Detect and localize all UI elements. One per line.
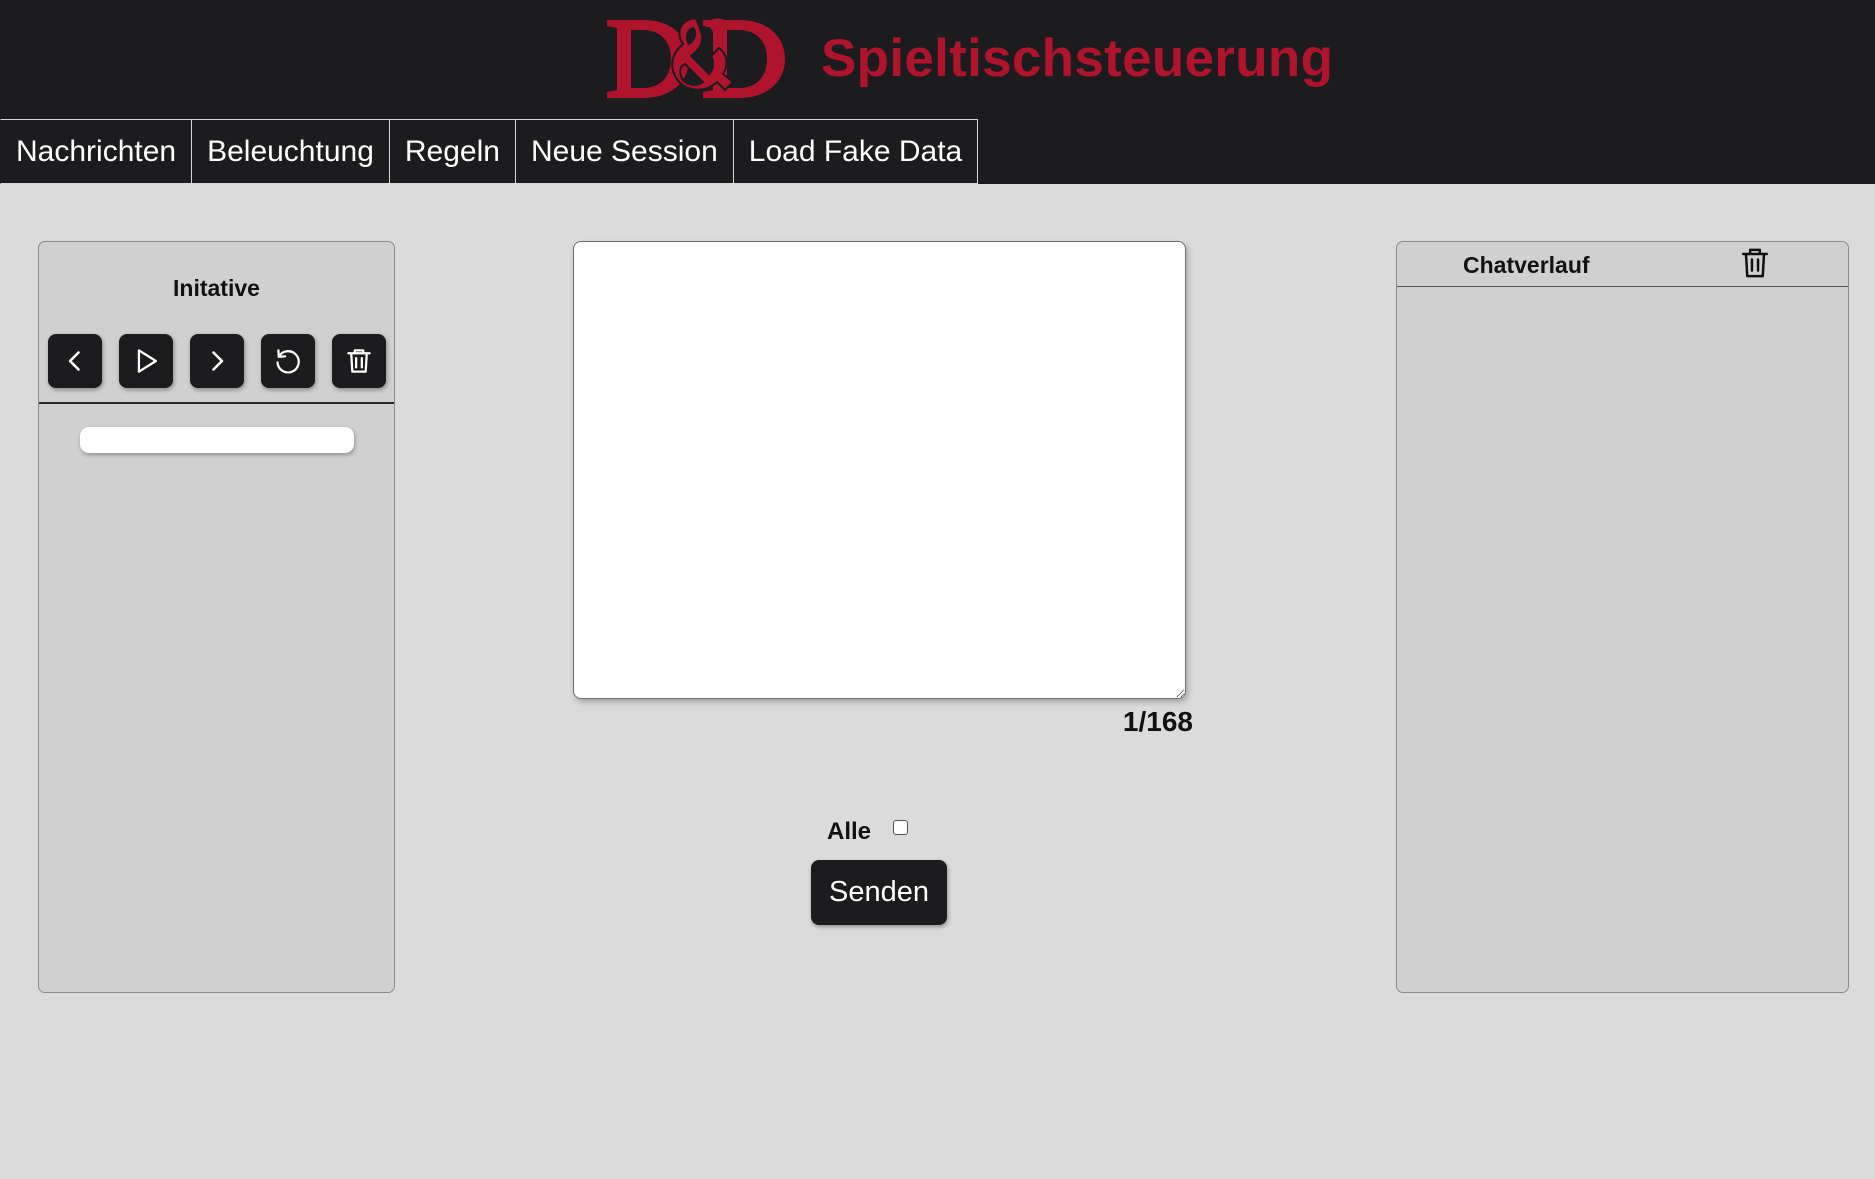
initiative-next-button[interactable]	[190, 334, 244, 388]
dnd-logo	[603, 12, 789, 104]
char-counter: 1/168	[1122, 706, 1193, 737]
initiative-panel: Initative	[38, 241, 395, 993]
main-nav: Nachrichten Beleuchtung Regeln Neue Sess…	[0, 119, 979, 184]
initiative-divider	[39, 402, 394, 404]
nav-item-nachrichten[interactable]: Nachrichten	[0, 119, 193, 184]
chat-header: Chatverlauf	[1397, 242, 1848, 287]
initiative-start-button[interactable]	[119, 334, 173, 388]
initiative-clear-button[interactable]	[332, 334, 386, 388]
reset-icon	[276, 349, 300, 374]
chat-clear-button[interactable]	[1738, 245, 1772, 281]
initiative-controls	[48, 334, 386, 388]
chat-panel: Chatverlauf	[1396, 241, 1849, 993]
chat-title: Chatverlauf	[1463, 252, 1590, 278]
alle-label: Alle	[827, 818, 872, 845]
initiative-title: Initative	[173, 275, 260, 301]
nav-item-neue-session[interactable]: Neue Session	[515, 119, 734, 184]
send-button[interactable]: Senden	[811, 860, 947, 925]
chevron-left-icon	[68, 351, 80, 371]
trash-icon	[1741, 248, 1769, 278]
play-icon	[137, 349, 158, 373]
trash-icon	[347, 349, 371, 373]
chevron-right-icon	[212, 351, 224, 371]
app-header: Spieltischsteuerung	[0, 0, 1875, 120]
initiative-entry[interactable]	[80, 427, 354, 453]
dnd-logo-icon	[607, 16, 785, 98]
nav-item-regeln[interactable]: Regeln	[389, 119, 516, 184]
initiative-reset-button[interactable]	[261, 334, 315, 388]
nav-item-beleuchtung[interactable]: Beleuchtung	[192, 119, 390, 184]
message-textarea[interactable]	[573, 241, 1186, 699]
initiative-previous-button[interactable]	[48, 334, 102, 388]
nav-item-load-fake-data[interactable]: Load Fake Data	[733, 119, 979, 184]
alle-checkbox[interactable]	[893, 820, 908, 835]
app-title: Spieltischsteuerung	[821, 29, 1334, 88]
